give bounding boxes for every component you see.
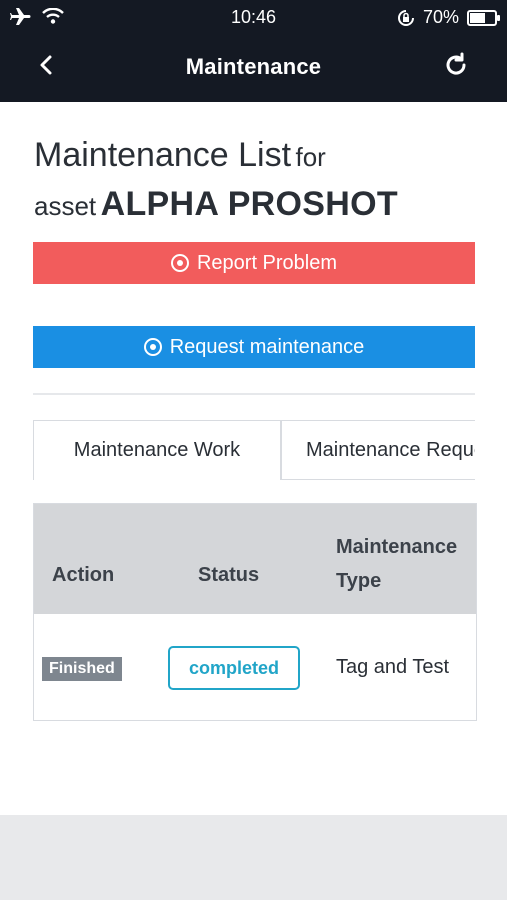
request-maintenance-label: Request maintenance: [169, 335, 365, 358]
header-status: Status: [198, 564, 260, 586]
status-badge[interactable]: completed: [168, 646, 300, 690]
table-row[interactable]: Finished completed Tag and Test: [34, 614, 476, 720]
header-type-line1: Maintenance: [336, 536, 458, 558]
refresh-button[interactable]: [441, 50, 471, 80]
header-action: Action: [52, 564, 115, 586]
radio-dot-icon: [143, 338, 162, 356]
status-bar: 10:46 70%: [0, 0, 507, 36]
refresh-icon: [446, 52, 466, 75]
header-type-line2: Type: [336, 570, 382, 592]
maintenance-table: Action Status Maintenance Type Finished …: [33, 503, 477, 721]
header-maintenance-type: Maintenance Type: [336, 530, 457, 598]
heading-asset-name: ALPHA PROSHOT: [100, 185, 398, 223]
report-problem-label: Report Problem: [196, 251, 338, 274]
battery-icon: [467, 9, 500, 26]
table-header: Action Status Maintenance Type: [34, 504, 476, 614]
page-title: Maintenance: [185, 54, 322, 79]
radio-dot-icon: [170, 254, 189, 272]
request-maintenance-button[interactable]: Request maintenance: [33, 326, 475, 368]
footer: [0, 815, 507, 900]
heading-title: Maintenance List: [34, 136, 292, 174]
main-content: Maintenance List for asset ALPHA PROSHOT…: [0, 102, 507, 815]
battery-fill: [470, 12, 485, 23]
heading-asset-prefix: asset: [34, 191, 97, 221]
heading: Maintenance List for asset ALPHA PROSHOT: [34, 134, 474, 232]
top-bar: 10:46 70% Maintenance: [0, 0, 507, 102]
divider: [33, 393, 475, 395]
action-badge: Finished: [42, 657, 122, 681]
heading-for: for: [295, 142, 326, 172]
status-right-icons: 70%: [397, 7, 500, 28]
battery-percent: 70%: [422, 7, 459, 27]
tab-maintenance-work[interactable]: Maintenance Work: [33, 420, 281, 480]
report-problem-button[interactable]: Report Problem: [33, 242, 475, 284]
maintenance-type-cell: Tag and Test: [336, 656, 450, 678]
nav-bar: Maintenance: [0, 36, 507, 102]
tab-maintenance-requests[interactable]: Maintenance Requests: [281, 420, 475, 480]
orientation-lock-icon: [397, 9, 414, 26]
tabs: Maintenance Work Maintenance Requests: [33, 420, 475, 480]
